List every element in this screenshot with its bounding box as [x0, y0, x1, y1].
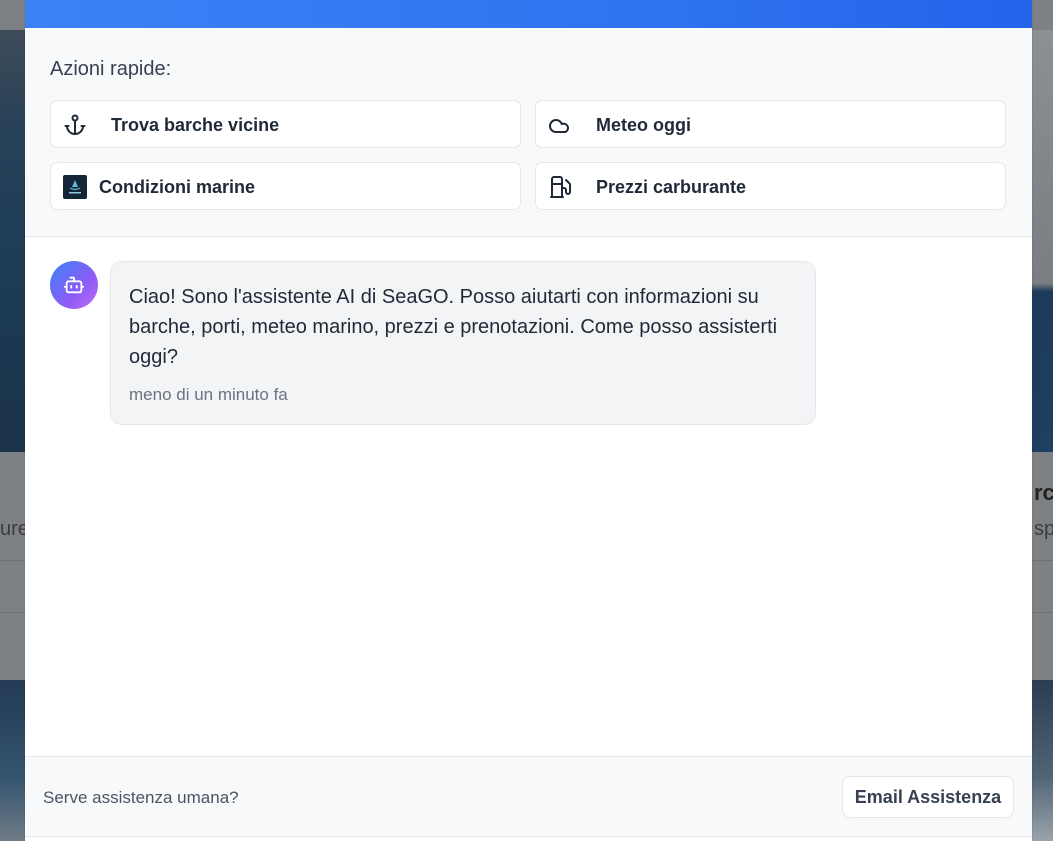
fuel-icon — [550, 176, 571, 198]
quick-action-label: Condizioni marine — [99, 177, 256, 197]
human-support-text: Serve assistenza umana? — [43, 788, 239, 807]
anchor-icon — [64, 114, 86, 135]
background-image-left — [0, 30, 25, 452]
background-divider — [1032, 612, 1053, 613]
background-divider — [0, 560, 25, 561]
cloud-icon — [549, 119, 569, 133]
background-image-right — [1032, 30, 1053, 452]
background-image-left-bottom — [0, 680, 25, 841]
quick-action-label: Meteo oggi — [596, 115, 691, 135]
background-image-right-bottom — [1032, 680, 1053, 841]
quick-action-fuel-prices[interactable]: Prezzi carburante — [535, 162, 1006, 210]
message-text: Ciao! Sono l'assistente AI di SeaGO. Pos… — [129, 286, 778, 368]
assistant-message-bubble: Ciao! Sono l'assistente AI di SeaGO. Pos… — [110, 261, 816, 425]
quick-action-weather[interactable]: Meteo oggi — [535, 100, 1006, 148]
bot-icon — [63, 276, 85, 294]
support-footer: Serve assistenza umana? Email Assistenza — [25, 756, 1032, 837]
background-divider — [0, 612, 25, 613]
seago-logo — [63, 175, 87, 199]
quick-action-label: Prezzi carburante — [596, 177, 747, 197]
quick-action-find-boats[interactable]: Trova barche vicine — [50, 100, 521, 148]
background-text-right: spe — [1034, 518, 1053, 540]
email-support-button[interactable]: Email Assistenza — [842, 776, 1014, 818]
background-divider — [1032, 560, 1053, 561]
quick-actions-section: Azioni rapide: Trova barche vicine Meteo… — [25, 28, 1032, 237]
message-timestamp: meno di un minuto fa — [129, 385, 288, 404]
background-card-left — [0, 452, 25, 680]
quick-action-label: Trova barche vicine — [111, 115, 280, 135]
quick-actions-title: Azioni rapide: — [50, 58, 172, 80]
modal-header — [25, 0, 1032, 28]
quick-action-marine-conditions[interactable]: Condizioni marine — [50, 162, 521, 210]
background-title-right: rch — [1034, 480, 1053, 505]
ai-assistant-modal: Azioni rapide: Trova barche vicine Meteo… — [25, 0, 1032, 841]
assistant-avatar — [50, 261, 98, 309]
